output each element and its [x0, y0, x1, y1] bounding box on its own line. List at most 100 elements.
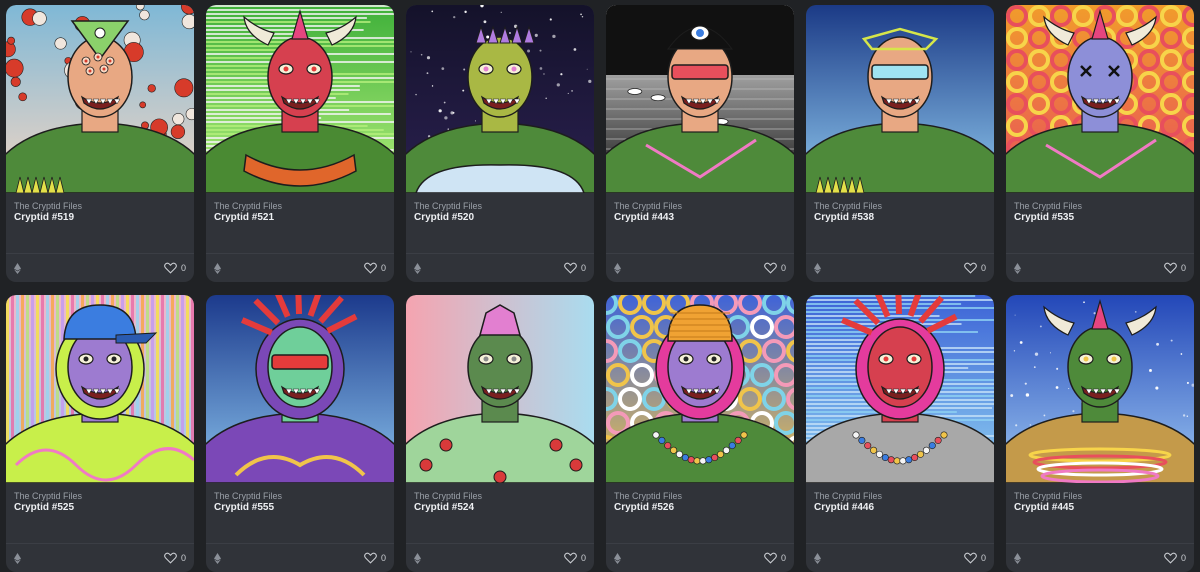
nft-card[interactable]: The Cryptid Files Cryptid #526 0 — [606, 295, 794, 572]
ethereum-icon — [414, 263, 421, 274]
ethereum-icon — [1014, 553, 1021, 564]
heart-icon — [764, 552, 777, 564]
card-footer: 0 — [1006, 253, 1194, 282]
ethereum-icon — [814, 553, 821, 564]
nft-image[interactable] — [1006, 295, 1194, 483]
nft-image[interactable] — [806, 5, 994, 193]
favorite-count: 0 — [380, 553, 386, 563]
card-footer: 0 — [606, 253, 794, 282]
favorite-button[interactable]: 0 — [564, 551, 586, 565]
ethereum-icon — [614, 553, 621, 564]
nft-card[interactable]: The Cryptid Files Cryptid #520 0 — [406, 5, 594, 282]
collection-name[interactable]: The Cryptid Files — [814, 491, 882, 501]
collection-name[interactable]: The Cryptid Files — [1014, 491, 1082, 501]
nft-title[interactable]: Cryptid #538 — [814, 212, 874, 223]
card-footer: 0 — [606, 543, 794, 572]
nft-card[interactable]: The Cryptid Files Cryptid #521 0 — [206, 5, 394, 282]
collection-name[interactable]: The Cryptid Files — [614, 491, 682, 501]
ethereum-icon — [814, 263, 821, 274]
favorite-button[interactable]: 0 — [564, 261, 586, 275]
favorite-count: 0 — [980, 263, 986, 273]
nft-image[interactable] — [806, 295, 994, 483]
ethereum-icon — [1014, 263, 1021, 274]
nft-card[interactable]: The Cryptid Files Cryptid #445 0 — [1006, 295, 1194, 572]
favorite-button[interactable]: 0 — [1164, 261, 1186, 275]
heart-icon — [564, 262, 577, 274]
nft-card[interactable]: The Cryptid Files Cryptid #443 0 — [606, 5, 794, 282]
nft-image[interactable] — [406, 5, 594, 193]
nft-title[interactable]: Cryptid #524 — [414, 502, 474, 513]
favorite-count: 0 — [380, 263, 386, 273]
nft-title[interactable]: Cryptid #526 — [614, 502, 674, 513]
card-footer: 0 — [6, 543, 194, 572]
nft-card[interactable]: The Cryptid Files Cryptid #525 0 — [6, 295, 194, 572]
collection-name[interactable]: The Cryptid Files — [414, 201, 482, 211]
favorite-count: 0 — [1180, 263, 1186, 273]
nft-image[interactable] — [206, 295, 394, 483]
nft-card[interactable]: The Cryptid Files Cryptid #519 0 — [6, 5, 194, 282]
favorite-count: 0 — [780, 553, 786, 563]
collection-name[interactable]: The Cryptid Files — [1014, 201, 1082, 211]
nft-image[interactable] — [206, 5, 394, 193]
nft-image[interactable] — [606, 295, 794, 483]
nft-card[interactable]: The Cryptid Files Cryptid #535 0 — [1006, 5, 1194, 282]
nft-image[interactable] — [6, 295, 194, 483]
heart-icon — [364, 552, 377, 564]
nft-title[interactable]: Cryptid #445 — [1014, 502, 1074, 513]
favorite-count: 0 — [980, 553, 986, 563]
card-footer: 0 — [806, 253, 994, 282]
favorite-count: 0 — [180, 553, 186, 563]
heart-icon — [964, 262, 977, 274]
nft-title[interactable]: Cryptid #446 — [814, 502, 874, 513]
nft-card[interactable]: The Cryptid Files Cryptid #538 0 — [806, 5, 994, 282]
card-footer: 0 — [206, 543, 394, 572]
ethereum-icon — [414, 553, 421, 564]
nft-title[interactable]: Cryptid #535 — [1014, 212, 1074, 223]
card-footer: 0 — [406, 543, 594, 572]
collection-name[interactable]: The Cryptid Files — [414, 491, 482, 501]
collection-name[interactable]: The Cryptid Files — [14, 201, 82, 211]
card-footer: 0 — [806, 543, 994, 572]
ethereum-icon — [214, 553, 221, 564]
collection-name[interactable]: The Cryptid Files — [14, 491, 82, 501]
nft-title[interactable]: Cryptid #555 — [214, 502, 274, 513]
favorite-count: 0 — [580, 553, 586, 563]
heart-icon — [164, 552, 177, 564]
nft-card[interactable]: The Cryptid Files Cryptid #446 0 — [806, 295, 994, 572]
favorite-button[interactable]: 0 — [164, 551, 186, 565]
nft-title[interactable]: Cryptid #525 — [14, 502, 74, 513]
collection-name[interactable]: The Cryptid Files — [614, 201, 682, 211]
favorite-button[interactable]: 0 — [164, 261, 186, 275]
ethereum-icon — [14, 263, 21, 274]
ethereum-icon — [14, 553, 21, 564]
favorite-count: 0 — [780, 263, 786, 273]
card-footer: 0 — [6, 253, 194, 282]
favorite-button[interactable]: 0 — [964, 261, 986, 275]
nft-title[interactable]: Cryptid #443 — [614, 212, 674, 223]
nft-card[interactable]: The Cryptid Files Cryptid #524 0 — [406, 295, 594, 572]
favorite-count: 0 — [1180, 553, 1186, 563]
favorite-button[interactable]: 0 — [764, 261, 786, 275]
heart-icon — [364, 262, 377, 274]
nft-image[interactable] — [406, 295, 594, 483]
collection-name[interactable]: The Cryptid Files — [814, 201, 882, 211]
collection-name[interactable]: The Cryptid Files — [214, 491, 282, 501]
nft-title[interactable]: Cryptid #520 — [414, 212, 474, 223]
nft-card[interactable]: The Cryptid Files Cryptid #555 0 — [206, 295, 394, 572]
heart-icon — [1164, 552, 1177, 564]
nft-image[interactable] — [606, 5, 794, 193]
collection-name[interactable]: The Cryptid Files — [214, 201, 282, 211]
nft-image[interactable] — [6, 5, 194, 193]
nft-title[interactable]: Cryptid #521 — [214, 212, 274, 223]
nft-title[interactable]: Cryptid #519 — [14, 212, 74, 223]
favorite-count: 0 — [180, 263, 186, 273]
favorite-button[interactable]: 0 — [1164, 551, 1186, 565]
favorite-button[interactable]: 0 — [364, 261, 386, 275]
ethereum-icon — [614, 263, 621, 274]
favorite-button[interactable]: 0 — [764, 551, 786, 565]
card-footer: 0 — [406, 253, 594, 282]
heart-icon — [964, 552, 977, 564]
favorite-button[interactable]: 0 — [364, 551, 386, 565]
favorite-button[interactable]: 0 — [964, 551, 986, 565]
nft-image[interactable] — [1006, 5, 1194, 193]
